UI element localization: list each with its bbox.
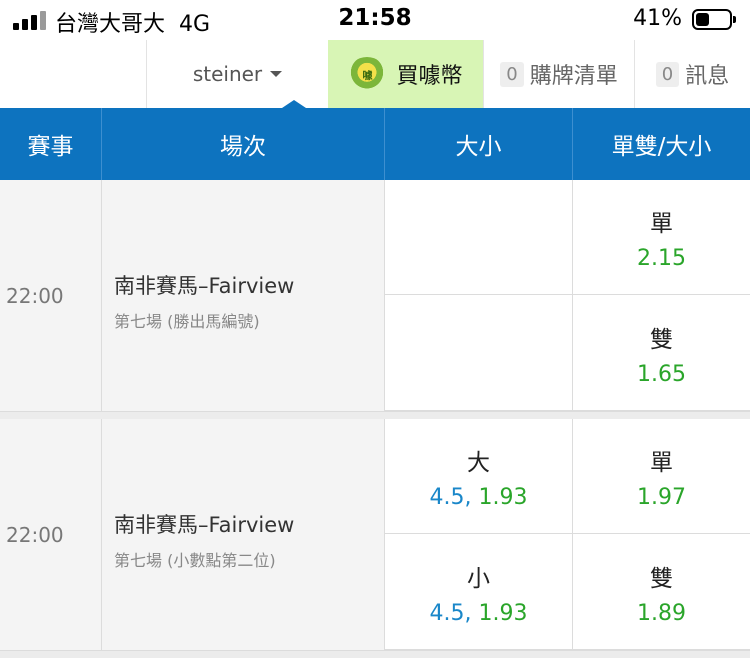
match-name: 南非賽馬–Fairview bbox=[114, 512, 295, 537]
small-bet-button[interactable]: 小 4.5, 1.93 bbox=[385, 534, 573, 650]
bet-label: 小 bbox=[467, 565, 490, 592]
status-bar: 台灣大哥大 4G 21:58 41% bbox=[0, 0, 750, 40]
coin-icon: 噱 bbox=[348, 57, 387, 91]
table-row: 22:00 南非賽馬–Fairview 第七場 (勝出馬編號) 單 2.15 雙… bbox=[0, 180, 750, 411]
top-nav: steiner 噱 買噱幣 0 購牌清單 0 訊息 bbox=[0, 40, 750, 108]
nav-pointer-arrow bbox=[282, 100, 306, 108]
bet-label: 雙 bbox=[650, 326, 673, 353]
bet-label: 大 bbox=[467, 449, 490, 476]
bet-odds-value: 1.93 bbox=[478, 600, 528, 626]
header-odd-even: 單雙/大小 bbox=[611, 134, 712, 160]
bet-slip-count: 0 bbox=[500, 61, 524, 87]
even-bet-button[interactable]: 雙 1.65 bbox=[573, 295, 750, 411]
buy-coin-label: 買噱幣 bbox=[396, 64, 463, 89]
messages-count: 0 bbox=[655, 61, 680, 87]
table-header: 賽事 場次 大小 單雙/大小 bbox=[0, 108, 750, 180]
messages-label: 訊息 bbox=[685, 64, 730, 89]
big-bet-button[interactable]: 大 4.5, 1.93 bbox=[385, 419, 573, 534]
header-race: 場次 bbox=[102, 108, 385, 180]
table-row: 22:00 南非賽馬–Fairview 第七場 (小數點第二位) 大 4.5, … bbox=[0, 419, 750, 650]
event-match: 南非賽馬–Fairview 第七場 (小數點第二位) bbox=[102, 419, 385, 650]
even-bet-button[interactable]: 雙 1.89 bbox=[573, 534, 750, 650]
bet-odds: 1.65 bbox=[637, 361, 686, 387]
bet-odds-value: 1.93 bbox=[478, 484, 528, 510]
event-match: 南非賽馬–Fairview 第七場 (勝出馬編號) bbox=[102, 180, 385, 411]
header-event: 賽事 bbox=[0, 108, 102, 180]
caret-down-icon bbox=[270, 71, 283, 77]
bet-slip-tab[interactable]: 0 購牌清單 bbox=[483, 40, 634, 108]
bet-label: 單 bbox=[650, 210, 673, 237]
match-subtitle: 第七場 (小數點第二位) bbox=[114, 550, 276, 570]
event-time: 22:00 bbox=[0, 419, 102, 650]
bet-odds: 1.89 bbox=[637, 600, 686, 626]
battery-percent: 41% bbox=[633, 6, 682, 31]
row-separator bbox=[0, 650, 750, 658]
bet-label: 雙 bbox=[650, 565, 673, 592]
bet-odds: 4.5, 1.93 bbox=[430, 601, 528, 626]
messages-tab[interactable]: 0 訊息 bbox=[634, 40, 750, 108]
bet-line: 4.5, bbox=[429, 484, 472, 510]
size-bet-empty bbox=[385, 180, 573, 295]
match-name: 南非賽馬–Fairview bbox=[114, 273, 295, 298]
row-separator bbox=[0, 411, 750, 419]
bet-odds: 1.97 bbox=[637, 484, 686, 510]
odd-bet-button[interactable]: 單 1.97 bbox=[573, 419, 750, 534]
size-bet-empty bbox=[385, 295, 573, 411]
match-subtitle: 第七場 (勝出馬編號) bbox=[114, 311, 260, 331]
bet-odds: 4.5, 1.93 bbox=[430, 485, 528, 510]
bet-line: 4.5, bbox=[429, 600, 472, 626]
battery-icon bbox=[692, 9, 736, 30]
header-size: 大小 bbox=[385, 108, 573, 180]
buy-coin-tab[interactable]: 噱 買噱幣 bbox=[328, 40, 483, 108]
username: steiner bbox=[192, 62, 263, 86]
bet-odds: 2.15 bbox=[637, 245, 686, 271]
odd-bet-button[interactable]: 單 2.15 bbox=[573, 180, 750, 295]
event-time: 22:00 bbox=[0, 180, 102, 411]
user-menu[interactable]: steiner bbox=[146, 40, 328, 108]
bet-label: 單 bbox=[650, 449, 673, 476]
bet-slip-label: 購牌清單 bbox=[529, 64, 618, 89]
